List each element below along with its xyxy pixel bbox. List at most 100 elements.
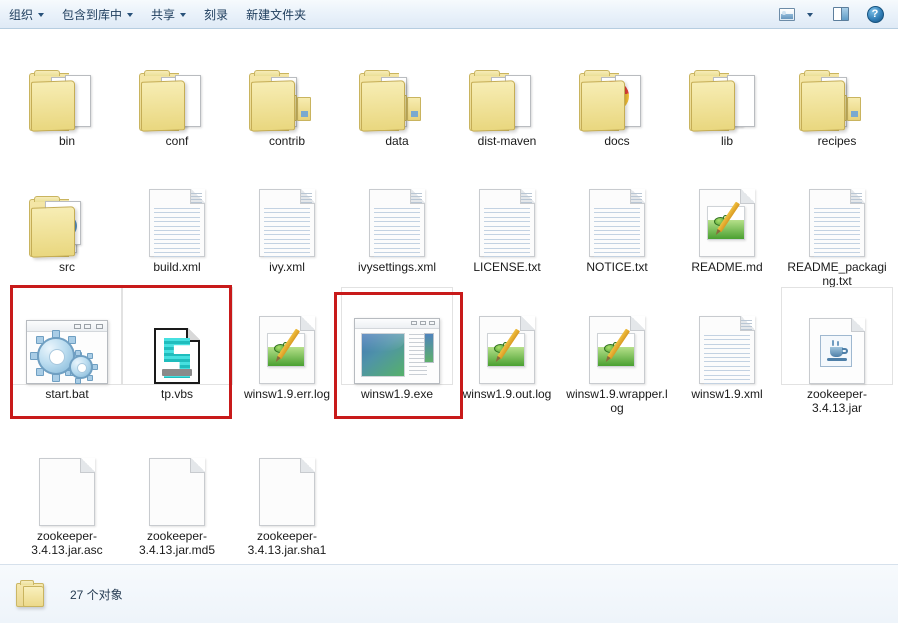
- file-item[interactable]: ivy.xml: [232, 161, 342, 274]
- file-icon[interactable]: [12, 35, 122, 132]
- file-label: ivy.xml: [269, 260, 305, 274]
- chevron-down-icon: [127, 13, 134, 17]
- file-label: zookeeper-3.4.13.jar.md5: [138, 529, 216, 557]
- view-dropdown-button[interactable]: [802, 3, 818, 25]
- file-label: lib: [720, 134, 733, 148]
- xml-lined-doc-icon: [259, 189, 315, 258]
- file-icon[interactable]: [121, 287, 233, 385]
- file-item[interactable]: README_packaging.txt: [782, 161, 892, 288]
- file-label: build.xml: [153, 260, 201, 274]
- file-icon[interactable]: [122, 161, 232, 258]
- file-icon[interactable]: [232, 161, 342, 258]
- file-icon[interactable]: [12, 430, 122, 526]
- file-item[interactable]: winsw1.9.wrapper.log: [562, 288, 672, 415]
- file-icon[interactable]: [452, 35, 562, 132]
- file-icon[interactable]: [562, 35, 672, 132]
- md-image-doc-icon: [589, 316, 645, 384]
- toolbar-item-include-in-library[interactable]: 包含到库中: [53, 3, 142, 25]
- file-icon[interactable]: [562, 161, 672, 258]
- file-item[interactable]: dist-maven: [452, 35, 562, 148]
- help-icon: ?: [866, 5, 884, 23]
- xml-lined-doc-icon: [699, 316, 755, 385]
- file-label: docs: [604, 134, 630, 148]
- file-item[interactable]: build.xml: [122, 161, 232, 274]
- file-item[interactable]: data: [342, 35, 452, 148]
- file-icon[interactable]: [122, 430, 232, 526]
- file-icon[interactable]: [122, 35, 232, 132]
- xml-lined-doc-icon: [479, 189, 535, 258]
- file-icon[interactable]: [782, 35, 892, 132]
- file-item[interactable]: LICENSE.txt: [452, 161, 562, 274]
- file-item[interactable]: README.md: [672, 161, 782, 274]
- file-item[interactable]: winsw1.9.err.log: [232, 288, 342, 401]
- chevron-down-icon: [38, 13, 45, 17]
- file-icon[interactable]: [342, 161, 452, 258]
- file-item[interactable]: conf: [122, 35, 232, 148]
- file-icon[interactable]: [341, 287, 453, 385]
- toolbar-item-burn[interactable]: 刻录: [195, 3, 237, 25]
- blank-doc-icon: [259, 458, 315, 526]
- preview-pane-button[interactable]: [828, 3, 854, 25]
- file-item[interactable]: tp.vbs: [121, 287, 233, 401]
- chevron-down-icon: [807, 13, 813, 17]
- file-item[interactable]: src: [12, 161, 122, 274]
- file-label: dist-maven: [477, 134, 537, 148]
- view-layout-icon: [779, 7, 795, 21]
- file-icon[interactable]: [11, 287, 123, 385]
- help-button[interactable]: ?: [862, 3, 888, 25]
- file-item[interactable]: zookeeper-3.4.13.jar.md5: [122, 430, 232, 557]
- file-icon[interactable]: [452, 161, 562, 258]
- file-icon[interactable]: [672, 35, 782, 132]
- file-item[interactable]: zookeeper-3.4.13.jar.asc: [12, 430, 122, 557]
- file-icon[interactable]: [672, 161, 782, 257]
- toolbar: 组织 包含到库中 共享 刻录 新建文件夹 ?: [0, 0, 898, 29]
- file-label: winsw1.9.err.log: [243, 387, 331, 401]
- file-icon[interactable]: [232, 35, 342, 132]
- file-item[interactable]: ivysettings.xml: [342, 161, 452, 274]
- xml-lined-doc-icon: [589, 189, 645, 258]
- folder-image-icon: [29, 195, 105, 258]
- folder-subfolders-icon: [799, 69, 875, 132]
- view-layout-button[interactable]: [774, 3, 800, 25]
- file-label: contrib: [268, 134, 306, 148]
- folder-icon: [14, 579, 48, 609]
- toolbar-item-share[interactable]: 共享: [142, 3, 195, 25]
- file-label: winsw1.9.out.log: [462, 387, 552, 401]
- file-item[interactable]: contrib: [232, 35, 342, 148]
- toolbar-item-organize[interactable]: 组织: [0, 3, 53, 25]
- file-icon[interactable]: [562, 288, 672, 384]
- file-icon[interactable]: [781, 287, 893, 385]
- jar-java-icon: [809, 318, 865, 384]
- file-item[interactable]: NOTICE.txt: [562, 161, 672, 274]
- file-label: winsw1.9.xml: [691, 387, 763, 401]
- file-label: NOTICE.txt: [586, 260, 648, 274]
- file-icon[interactable]: [232, 288, 342, 384]
- file-item[interactable]: winsw1.9.exe: [341, 287, 453, 401]
- file-label: ivysettings.xml: [357, 260, 437, 274]
- file-icon[interactable]: [452, 288, 562, 384]
- toolbar-right-group: ?: [774, 3, 898, 25]
- file-icon[interactable]: [232, 430, 342, 526]
- file-item[interactable]: docs: [562, 35, 672, 148]
- toolbar-share-label: 共享: [151, 7, 176, 22]
- file-item[interactable]: winsw1.9.xml: [672, 288, 782, 401]
- file-item[interactable]: recipes: [782, 35, 892, 148]
- file-icon[interactable]: [672, 288, 782, 385]
- file-item[interactable]: lib: [672, 35, 782, 148]
- file-label: recipes: [817, 134, 857, 148]
- file-item[interactable]: zookeeper-3.4.13.jar: [781, 287, 893, 415]
- file-item[interactable]: start.bat: [11, 287, 123, 401]
- file-label: zookeeper-3.4.13.jar.sha1: [247, 529, 327, 557]
- toolbar-organize-label: 组织: [9, 7, 34, 22]
- bat-gears-icon: [26, 320, 108, 384]
- file-item[interactable]: winsw1.9.out.log: [452, 288, 562, 401]
- xml-lined-doc-icon: [149, 189, 205, 258]
- file-label: conf: [165, 134, 189, 148]
- file-icon[interactable]: [12, 161, 122, 258]
- file-icon[interactable]: [342, 35, 452, 132]
- folder-docs-icon: [469, 69, 545, 132]
- toolbar-item-new-folder[interactable]: 新建文件夹: [237, 3, 315, 25]
- file-icon[interactable]: [782, 161, 892, 258]
- file-item[interactable]: bin: [12, 35, 122, 148]
- file-item[interactable]: zookeeper-3.4.13.jar.sha1: [232, 430, 342, 557]
